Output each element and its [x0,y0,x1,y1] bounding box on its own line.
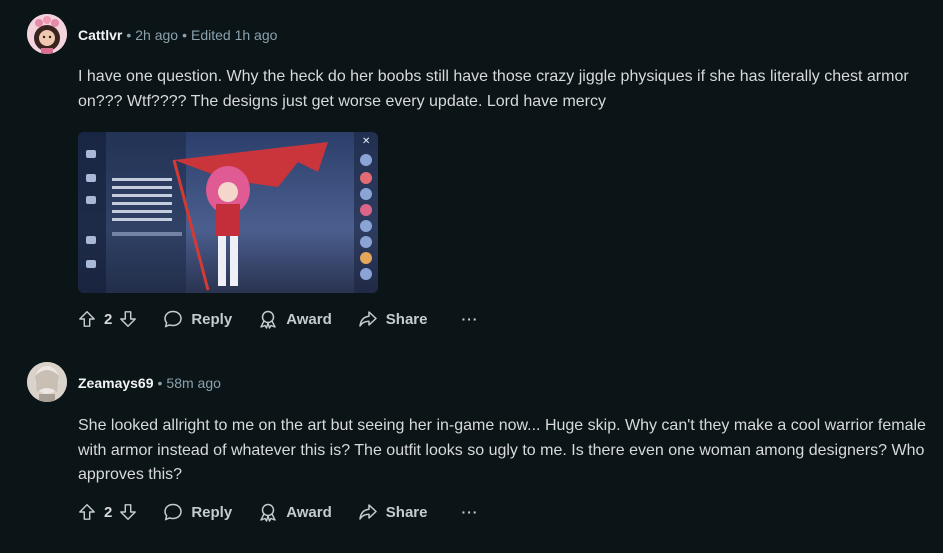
share-icon [359,504,377,520]
award-icon [260,503,276,522]
upvote-icon[interactable] [78,503,96,521]
comment-body: I have one question. Why the heck do her… [78,68,909,110]
vote-count: 2 [104,503,113,521]
speech-bubble-icon [164,503,183,521]
author-name[interactable]: Zeamays69 [78,375,154,391]
more-options-button[interactable]: ··· [461,504,478,520]
timestamp[interactable]: 58m ago [166,375,220,391]
separator-dot: • [126,27,132,43]
svg-text:✕: ✕ [362,136,370,147]
award-label: Award [286,310,332,328]
author-name[interactable]: Cattlvr [78,27,122,43]
avatar[interactable] [27,14,67,54]
avatar[interactable] [27,362,67,402]
vote-group: 2 [78,310,137,328]
avatar-image [27,14,67,54]
award-icon [260,310,276,329]
upvote-icon[interactable] [78,310,96,328]
speech-bubble-icon [164,310,183,328]
separator-dot: • [182,27,187,43]
comment-meta: Cattlvr • 2h ago • Edited 1h ago [78,27,277,43]
reply-button[interactable]: Reply [163,502,232,522]
comment-meta: Zeamays69 • 58m ago [78,375,221,391]
attached-image[interactable]: ✕ [78,132,378,293]
vote-group: 2 [78,503,137,521]
separator-dot: • [157,375,163,391]
share-button[interactable]: Share [358,309,428,329]
comment-actions: 2 Reply Award Share ··· [78,307,478,331]
avatar-image [27,362,67,402]
share-label: Share [385,310,428,328]
game-screenshot-image: ✕ [78,132,378,293]
comment-body: She looked allright to me on the art but… [78,417,926,483]
downvote-icon[interactable] [119,310,137,328]
award-button[interactable]: Award [258,309,332,329]
award-label: Award [286,503,332,521]
edited-label: Edited 1h ago [191,27,278,43]
share-label: Share [385,503,428,521]
reply-button[interactable]: Reply [163,309,232,329]
timestamp[interactable]: 2h ago [135,27,178,43]
award-button[interactable]: Award [258,502,332,522]
reply-label: Reply [191,503,233,521]
reply-label: Reply [191,310,233,328]
share-button[interactable]: Share [358,502,428,522]
downvote-icon[interactable] [119,503,137,521]
vote-count: 2 [104,310,113,328]
comment-actions: 2 Reply Award Share ··· [78,500,478,524]
more-options-button[interactable]: ··· [461,311,478,327]
share-icon [359,311,377,327]
